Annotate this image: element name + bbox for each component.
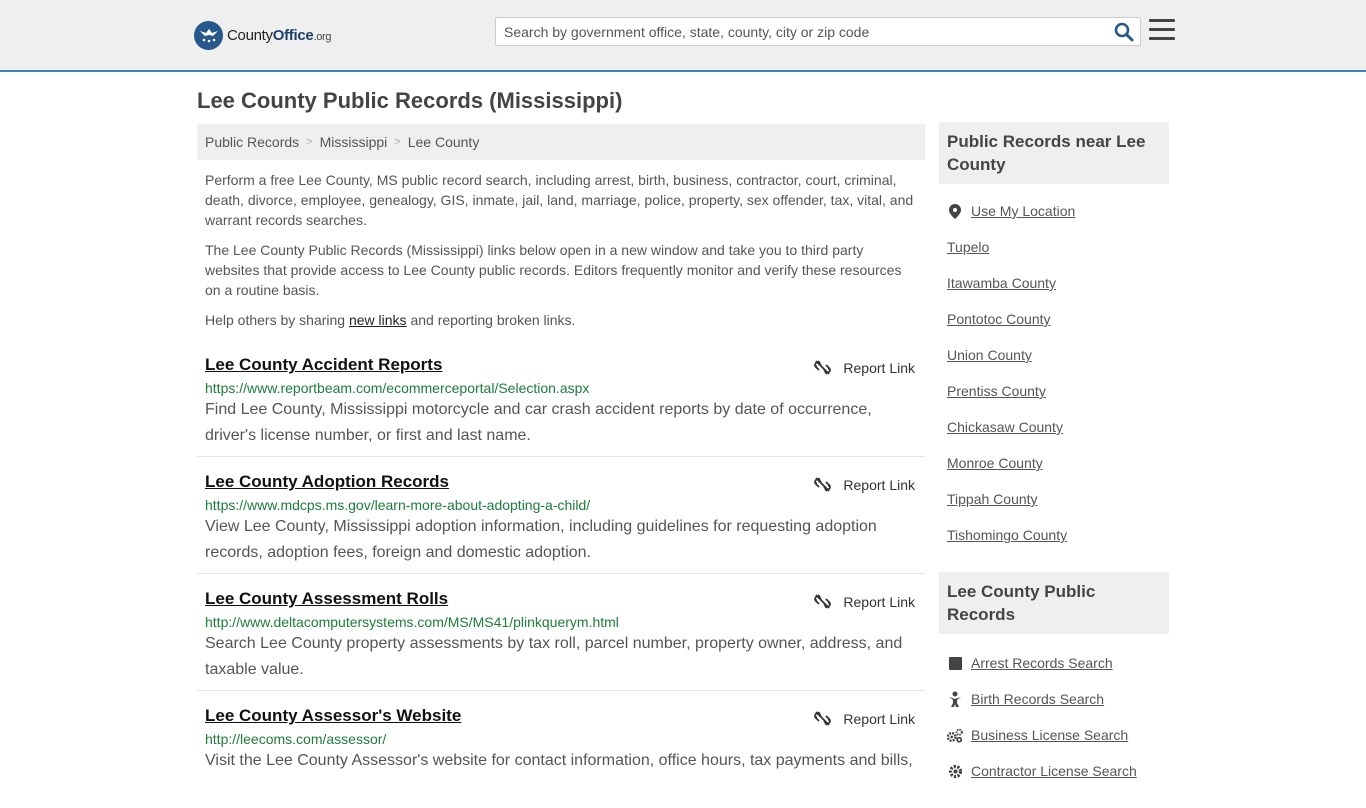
list-item: Tippah County [947,481,1161,517]
record-description: Find Lee County, Mississippi motorcycle … [205,401,872,444]
sidebar-nearby: Public Records near Lee County Use My Lo… [939,122,1169,553]
nearby-link-tippah[interactable]: Tippah County [947,491,1038,507]
search-box [495,17,1141,46]
report-link-button[interactable]: Report Link [814,359,915,376]
breadcrumb-separator-icon: > [394,136,401,148]
list-item: Union County [947,337,1161,373]
square-icon [947,655,963,671]
logo-text: CountyOffice.org [227,26,332,44]
broken-link-icon [814,711,832,726]
logo-org: .org [313,30,332,43]
use-my-location-link[interactable]: Use My Location [971,203,1075,219]
record-entry: Lee County Assessment Rolls Report Link … [197,574,925,691]
breadcrumb: Public Records > Mississippi > Lee Count… [197,124,925,160]
nearby-link-tupelo[interactable]: Tupelo [947,239,989,255]
broken-link-icon [814,360,832,375]
list-item: Use My Location [947,193,1161,229]
record-entry: Lee County Assessor's Website Report Lin… [197,691,925,808]
logo-office: Office [272,26,314,44]
birth-records-link[interactable]: Birth Records Search [971,691,1104,707]
map-marker-icon [947,203,963,219]
logo-county: County [227,26,273,44]
report-link-label: Report Link [843,593,915,610]
report-link-button[interactable]: Report Link [814,476,915,493]
record-url[interactable]: https://www.mdcps.ms.gov/learn-more-abou… [205,497,917,513]
intro-paragraph-3: Help others by sharing new links and rep… [205,310,917,330]
nearby-link-union[interactable]: Union County [947,347,1032,363]
top-bar: CountyOffice.org [0,0,1366,72]
sidebar-county-records: Lee County Public Records Arrest Records… [939,572,1169,789]
record-url[interactable]: http://leecoms.com/assessor/ [205,731,917,747]
intro-text: Perform a free Lee County, MS public rec… [197,160,925,330]
search-input[interactable] [496,18,1106,45]
business-license-link[interactable]: Business License Search [971,727,1128,743]
main-content: Public Records > Mississippi > Lee Count… [197,124,925,808]
cogs-icon [947,727,963,743]
breadcrumb-mississippi[interactable]: Mississippi [320,134,388,150]
nearby-link-monroe[interactable]: Monroe County [947,455,1043,471]
arrest-records-link[interactable]: Arrest Records Search [971,655,1113,671]
hamburger-menu-icon[interactable] [1149,19,1175,41]
record-url[interactable]: https://www.reportbeam.com/ecommerceport… [205,380,917,396]
record-title-link[interactable]: Lee County Adoption Records [205,472,449,492]
report-link-label: Report Link [843,476,915,493]
list-item: Monroe County [947,445,1161,481]
intro-paragraph-2: The Lee County Public Records (Mississip… [205,242,902,298]
report-link-label: Report Link [843,710,915,727]
record-url[interactable]: http://www.deltacomputersystems.com/MS/M… [205,614,917,630]
list-item: Business License Search [947,717,1161,753]
sidebar-nearby-title: Public Records near Lee County [939,122,1169,184]
list-item: Tishomingo County [947,517,1161,553]
list-item: Contractor License Search [947,753,1161,789]
records-list: Arrest Records Search Birth Records Sear… [939,634,1169,789]
record-entry: Lee County Accident Reports Report Link … [197,340,925,457]
list-item: Pontotoc County [947,301,1161,337]
baby-icon [947,691,963,707]
search-button[interactable] [1114,22,1134,42]
breadcrumb-separator-icon: > [306,136,313,148]
breadcrumb-lee-county[interactable]: Lee County [408,134,480,150]
record-description: Visit the Lee County Assessor's website … [205,752,913,769]
list-item: Birth Records Search [947,681,1161,717]
nearby-link-prentiss[interactable]: Prentiss County [947,383,1046,399]
broken-link-icon [814,594,832,609]
gear-icon [947,763,963,779]
broken-link-icon [814,477,832,492]
record-title-link[interactable]: Lee County Assessment Rolls [205,589,448,609]
record-description: View Lee County, Mississippi adoption in… [205,518,877,561]
report-link-label: Report Link [843,359,915,376]
list-item: Prentiss County [947,373,1161,409]
report-link-button[interactable]: Report Link [814,593,915,610]
list-item: Chickasaw County [947,409,1161,445]
record-description: Search Lee County property assessments b… [205,635,903,678]
record-title-link[interactable]: Lee County Assessor's Website [205,706,461,726]
intro-paragraph-1: Perform a free Lee County, MS public rec… [205,172,914,228]
eagle-logo-icon [194,20,223,50]
search-icon [1114,22,1134,42]
nearby-list: Use My Location Tupelo Itawamba County P… [939,184,1169,553]
intro-p3-before: Help others by sharing [205,312,349,328]
breadcrumb-public-records[interactable]: Public Records [205,134,299,150]
report-link-button[interactable]: Report Link [814,710,915,727]
list-item: Tupelo [947,229,1161,265]
intro-p3-after: and reporting broken links. [406,312,576,328]
page-title: Lee County Public Records (Mississippi) [197,88,623,113]
new-links-link[interactable]: new links [349,312,407,328]
nearby-link-itawamba[interactable]: Itawamba County [947,275,1056,291]
sidebar-records-title: Lee County Public Records [939,572,1169,634]
nearby-link-tishomingo[interactable]: Tishomingo County [947,527,1067,543]
list-item: Arrest Records Search [947,645,1161,681]
record-entry: Lee County Adoption Records Report Link … [197,457,925,574]
nearby-link-pontotoc[interactable]: Pontotoc County [947,311,1051,327]
record-title-link[interactable]: Lee County Accident Reports [205,355,442,375]
site-logo[interactable]: CountyOffice.org [194,20,332,50]
list-item: Itawamba County [947,265,1161,301]
contractor-license-link[interactable]: Contractor License Search [971,763,1137,779]
nearby-link-chickasaw[interactable]: Chickasaw County [947,419,1063,435]
